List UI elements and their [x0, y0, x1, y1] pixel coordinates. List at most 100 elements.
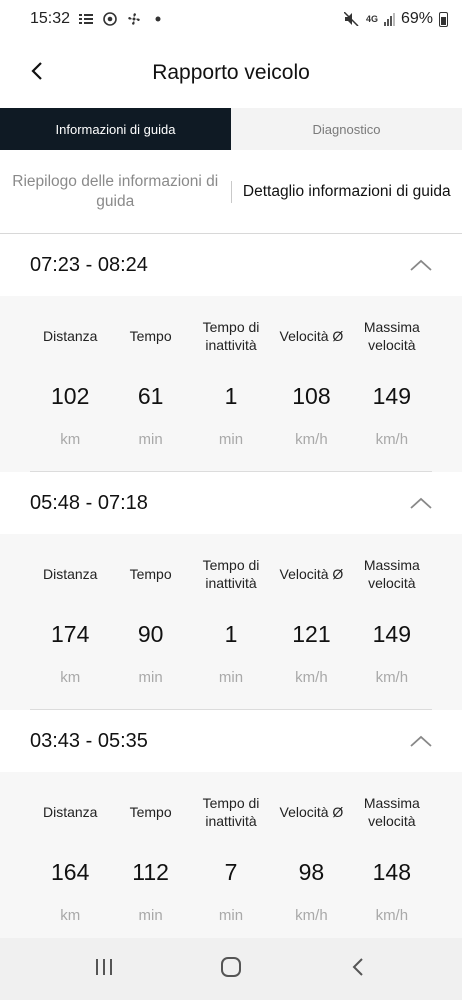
trip-time-range: 05:48 - 07:18 [30, 491, 148, 514]
avg-speed-label: Velocità Ø [279, 804, 344, 820]
avg-speed-column: Velocità Ø 121 km/h [271, 534, 351, 710]
max-speed-column: Massima velocità 149 km/h [352, 296, 432, 472]
max-speed-value: 149 [372, 620, 412, 647]
avg-speed-value: 121 [292, 620, 331, 647]
page-title: Rapporto veicolo [152, 61, 310, 84]
idle-unit: min [218, 430, 244, 448]
distance-label: Distanza [42, 566, 98, 582]
idle-label: Tempo di inattività [202, 557, 260, 591]
avg-speed-column: Velocità Ø 108 km/h [271, 296, 351, 472]
idle-value: 1 [224, 620, 238, 647]
system-nav-bar [0, 938, 462, 1000]
max-speed-column: Massima velocità 149 km/h [352, 534, 432, 710]
idle-value: 7 [224, 858, 238, 885]
distance-unit: km [60, 906, 81, 924]
time-unit: min [138, 906, 163, 924]
max-speed-label: Massima velocità [363, 557, 420, 591]
battery-icon [439, 11, 448, 27]
distance-column: Distanza 102 km [30, 296, 110, 472]
max-speed-unit: km/h [375, 668, 409, 686]
avg-speed-value: 108 [292, 382, 331, 409]
time-label: Tempo [129, 328, 172, 344]
idle-column: Tempo di inattività 1 min [191, 296, 271, 472]
idle-column: Tempo di inattività 7 min [191, 772, 271, 938]
network-type: 4G [365, 14, 378, 24]
max-speed-value: 149 [372, 382, 412, 409]
trip-details: Distanza 102 km Tempo 61 min Tempo di in… [0, 296, 462, 472]
time-unit: min [138, 668, 163, 686]
max-speed-unit: km/h [375, 906, 409, 924]
distance-label: Distanza [42, 804, 98, 820]
distance-value: 164 [51, 858, 90, 885]
trip-separator [30, 709, 432, 710]
battery-percent: 69% [400, 10, 433, 27]
home-icon [220, 956, 242, 983]
main-tabs: Informazioni di guida Diagnostico [0, 108, 462, 150]
trip-time-range: 03:43 - 05:35 [30, 729, 148, 752]
avg-speed-label: Velocità Ø [279, 566, 344, 582]
distance-column: Distanza 174 km [30, 534, 110, 710]
mute-icon [344, 11, 360, 27]
idle-label: Tempo di inattività [202, 319, 260, 353]
status-right: 4G 69% [344, 10, 448, 28]
chrome-icon [102, 11, 118, 27]
time-unit: min [138, 430, 163, 448]
fan-icon [126, 11, 142, 27]
avg-speed-value: 98 [298, 858, 325, 885]
trip-header[interactable]: 07:23 - 08:24 [0, 234, 462, 296]
trip-item: 03:43 - 05:35 Distanza 164 km Tempo 112 … [0, 710, 462, 938]
max-speed-label: Massima velocità [363, 795, 420, 829]
notification-icon [78, 11, 94, 27]
chevron-up-icon[interactable] [410, 496, 432, 510]
time-label: Tempo [129, 566, 172, 582]
tab-driving-info[interactable]: Informazioni di guida [0, 108, 231, 150]
max-speed-value: 148 [372, 858, 412, 885]
dot-icon [150, 11, 166, 27]
sub-tabs: Riepilogo delle informazioni di guida De… [0, 150, 462, 234]
time-column: Tempo 90 min [110, 534, 190, 710]
tab-diagnostics[interactable]: Diagnostico [231, 108, 462, 150]
back-icon [351, 957, 365, 982]
idle-unit: min [218, 668, 244, 686]
max-speed-column: Massima velocità 148 km/h [352, 772, 432, 938]
distance-unit: km [60, 430, 81, 448]
avg-speed-unit: km/h [295, 430, 328, 448]
distance-label: Distanza [42, 328, 98, 344]
idle-column: Tempo di inattività 1 min [191, 534, 271, 710]
time-value: 112 [132, 858, 169, 885]
max-speed-unit: km/h [375, 430, 409, 448]
trip-header[interactable]: 05:48 - 07:18 [0, 472, 462, 534]
trip-time-range: 07:23 - 08:24 [30, 253, 148, 276]
home-button[interactable] [201, 949, 261, 989]
subtab-detail[interactable]: Dettaglio informazioni di guida [232, 182, 462, 202]
status-bar: 15:32 4G 69% [0, 0, 462, 38]
avg-speed-label: Velocità Ø [279, 328, 344, 344]
back-button[interactable] [22, 56, 52, 90]
chevron-left-icon [31, 61, 43, 86]
chevron-up-icon[interactable] [410, 258, 432, 272]
status-left: 15:32 [30, 10, 166, 28]
chevron-up-icon[interactable] [410, 734, 432, 748]
recent-apps-button[interactable] [74, 949, 134, 989]
time-column: Tempo 112 min [110, 772, 190, 938]
time-value: 90 [137, 620, 164, 647]
idle-unit: min [218, 906, 244, 924]
avg-speed-column: Velocità Ø 98 km/h [271, 772, 351, 938]
max-speed-label: Massima velocità [363, 319, 420, 353]
time-column: Tempo 61 min [110, 296, 190, 472]
system-back-button[interactable] [328, 949, 388, 989]
idle-value: 1 [224, 382, 238, 409]
status-time: 15:32 [30, 10, 71, 27]
trip-details: Distanza 174 km Tempo 90 min Tempo di in… [0, 534, 462, 710]
trip-item: 07:23 - 08:24 Distanza 102 km Tempo 61 m… [0, 234, 462, 472]
distance-unit: km [60, 668, 81, 686]
idle-label: Tempo di inattività [202, 795, 260, 829]
distance-column: Distanza 164 km [30, 772, 110, 938]
trips-list[interactable]: 07:23 - 08:24 Distanza 102 km Tempo 61 m… [0, 234, 462, 938]
time-label: Tempo [129, 804, 172, 820]
subtab-summary[interactable]: Riepilogo delle informazioni di guida [0, 172, 231, 212]
recent-apps-icon [94, 958, 114, 981]
trip-details: Distanza 164 km Tempo 112 min Tempo di i… [0, 772, 462, 938]
trip-header[interactable]: 03:43 - 05:35 [0, 710, 462, 772]
app-header: Rapporto veicolo [0, 38, 462, 108]
